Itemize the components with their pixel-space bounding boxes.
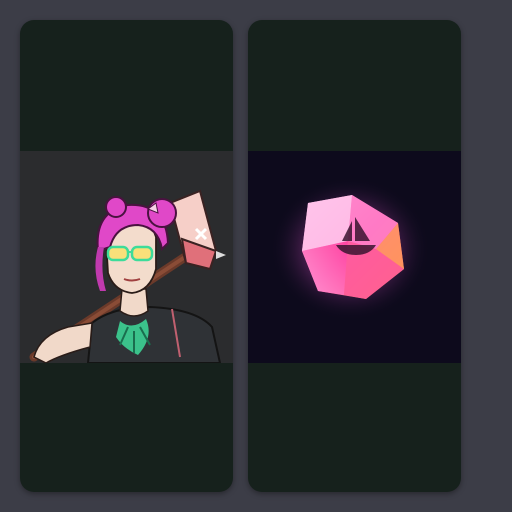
punk-girl-with-axe-illustration[interactable] (20, 151, 233, 363)
nft-card-2[interactable] (248, 20, 461, 492)
nft-card-grid (0, 0, 512, 512)
nft-card-1[interactable] (20, 20, 233, 492)
glowing-pink-gem-with-ship-emblem-icon[interactable] (248, 151, 461, 363)
